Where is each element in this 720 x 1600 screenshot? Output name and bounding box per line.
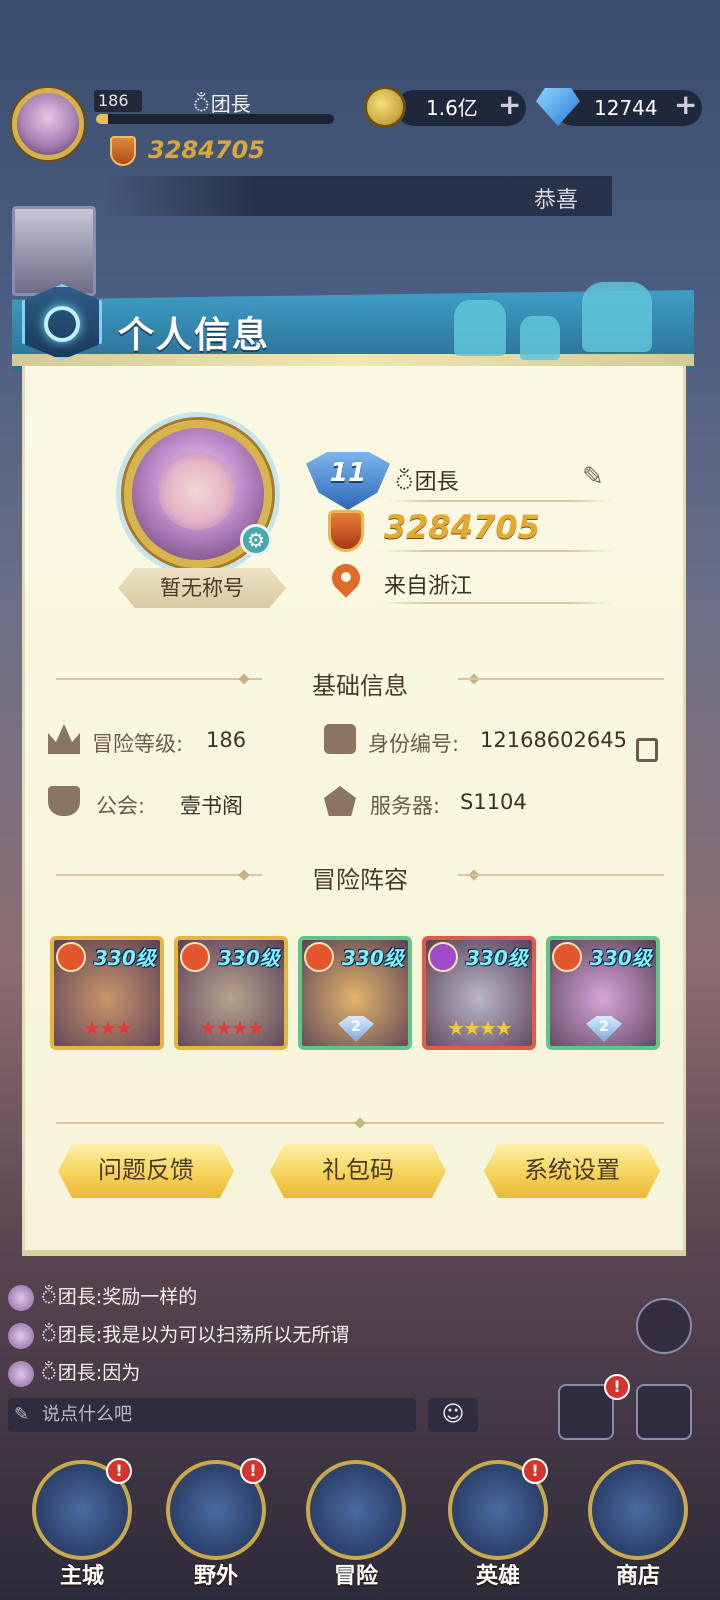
lineup-title: 冒险阵容 xyxy=(312,866,408,894)
guild-value: 壹书阁 xyxy=(180,794,243,818)
hero-card[interactable]: 330级 2 xyxy=(298,936,412,1050)
nav-icon xyxy=(588,1460,688,1560)
server-label: 服务器: xyxy=(370,794,441,818)
profile-location: 来自浙江 xyxy=(384,574,473,599)
section-divider-right xyxy=(458,678,664,680)
notice-bar: 恭喜 xyxy=(104,176,612,216)
section-divider-right xyxy=(458,874,664,876)
panel-header-stripe xyxy=(12,354,694,366)
id-card-icon xyxy=(324,724,356,754)
player-avatar[interactable] xyxy=(12,88,84,160)
nav-icon xyxy=(306,1460,406,1560)
nav-alert-icon: ! xyxy=(522,1458,548,1484)
id-label: 身份编号: xyxy=(368,732,460,756)
player-power: 3284705 xyxy=(148,136,265,164)
power-icon xyxy=(110,136,136,166)
hero-card[interactable]: 330级 ★★★ xyxy=(50,936,164,1050)
hero-level: 330级 xyxy=(466,946,528,970)
hero-card[interactable]: 330级 ★★★★ xyxy=(174,936,288,1050)
feedback-button[interactable]: 问题反馈 xyxy=(58,1144,234,1198)
power-shield-icon xyxy=(328,510,364,552)
element-icon xyxy=(428,942,458,972)
server-value: S1104 xyxy=(460,790,527,814)
panel-title: 个人信息 xyxy=(118,315,271,356)
edit-name-pencil-icon[interactable]: ✎ xyxy=(582,462,612,492)
profile-avatar xyxy=(158,452,236,530)
nav-item[interactable]: 商店 xyxy=(586,1456,690,1592)
hero-level: 330级 xyxy=(590,946,652,970)
friends-icon[interactable] xyxy=(636,1298,692,1354)
header-decoration-icon xyxy=(520,316,560,360)
chat-line: ঁ团長:因为 xyxy=(8,1358,140,1388)
element-icon xyxy=(552,942,582,972)
chat-avatar xyxy=(8,1360,34,1387)
guild-banner-icon xyxy=(48,786,80,816)
hero-level: 330级 xyxy=(94,946,156,970)
hero-stars: ★★★★ xyxy=(199,1016,265,1040)
hero-card[interactable]: 330级 ★★★★ xyxy=(422,936,536,1050)
header-decoration-icon xyxy=(582,282,652,352)
guild-label: 公会: xyxy=(96,794,146,818)
background-hero-portrait xyxy=(12,206,96,296)
profile-power: 3284705 xyxy=(384,508,540,546)
divider xyxy=(386,500,614,502)
backpack-icon[interactable] xyxy=(636,1384,692,1440)
gift-code-button[interactable]: 礼包码 xyxy=(270,1144,446,1198)
divider xyxy=(380,550,614,552)
add-gold-icon[interactable]: + xyxy=(498,88,521,121)
avatar-settings-gear-icon[interactable]: ⚙ xyxy=(240,524,272,556)
chat-input[interactable]: 说点什么吧 xyxy=(8,1398,416,1432)
nav-item[interactable]: 主城! xyxy=(30,1456,134,1592)
adventure-level-label: 冒险等级: xyxy=(92,732,184,756)
nav-label: 野外 xyxy=(193,1564,238,1589)
header-decoration-icon xyxy=(454,300,506,356)
copy-icon[interactable] xyxy=(636,738,658,762)
system-settings-button[interactable]: 系统设置 xyxy=(484,1144,660,1198)
ranking-alert-icon: ! xyxy=(604,1374,630,1400)
nav-label: 商店 xyxy=(615,1564,660,1589)
id-value: 12168602645 xyxy=(480,728,627,752)
location-pin-dot xyxy=(341,572,351,582)
nav-item[interactable]: 冒险 xyxy=(304,1456,408,1592)
element-icon xyxy=(180,942,210,972)
nav-label: 主城 xyxy=(59,1564,104,1589)
element-icon xyxy=(304,942,334,972)
player-level: 186 xyxy=(94,90,142,112)
hero-stars: ★★★ xyxy=(83,1016,133,1040)
rank-number: 11 xyxy=(329,458,367,488)
nav-label: 冒险 xyxy=(333,1564,378,1589)
nav-item[interactable]: 野外! xyxy=(164,1456,268,1592)
profile-name: ঁ团長 xyxy=(394,470,459,495)
hero-level: 330级 xyxy=(342,946,404,970)
hero-level: 330级 xyxy=(218,946,280,970)
basic-info-title: 基础信息 xyxy=(312,672,408,700)
profile-emblem-ring xyxy=(44,306,80,342)
hero-card[interactable]: 330级 2 xyxy=(546,936,660,1050)
gold-coin-icon xyxy=(364,86,406,128)
nav-alert-icon: ! xyxy=(240,1458,266,1484)
chat-avatar xyxy=(8,1322,34,1349)
nav-alert-icon: ! xyxy=(106,1458,132,1484)
divider xyxy=(380,602,614,604)
add-gem-icon[interactable]: + xyxy=(674,88,697,121)
chat-line: ঁ团長:奖励一样的 xyxy=(8,1282,197,1312)
hero-stars: ★★★★ xyxy=(447,1016,513,1040)
adventure-level-value: 186 xyxy=(206,728,247,752)
title-plate[interactable]: 暂无称号 xyxy=(118,568,286,608)
exp-bar xyxy=(96,114,334,124)
chat-pen-icon: ✎ xyxy=(14,1404,30,1425)
element-icon xyxy=(56,942,86,972)
emoji-button[interactable]: ☺ xyxy=(428,1398,478,1432)
nav-label: 英雄 xyxy=(475,1564,520,1589)
nav-item[interactable]: 英雄! xyxy=(446,1456,550,1592)
notice-text: 恭喜 xyxy=(533,188,578,213)
chat-avatar xyxy=(8,1284,34,1311)
chat-line: ঁ团長:我是以为可以扫荡所以无所谓 xyxy=(8,1320,349,1350)
